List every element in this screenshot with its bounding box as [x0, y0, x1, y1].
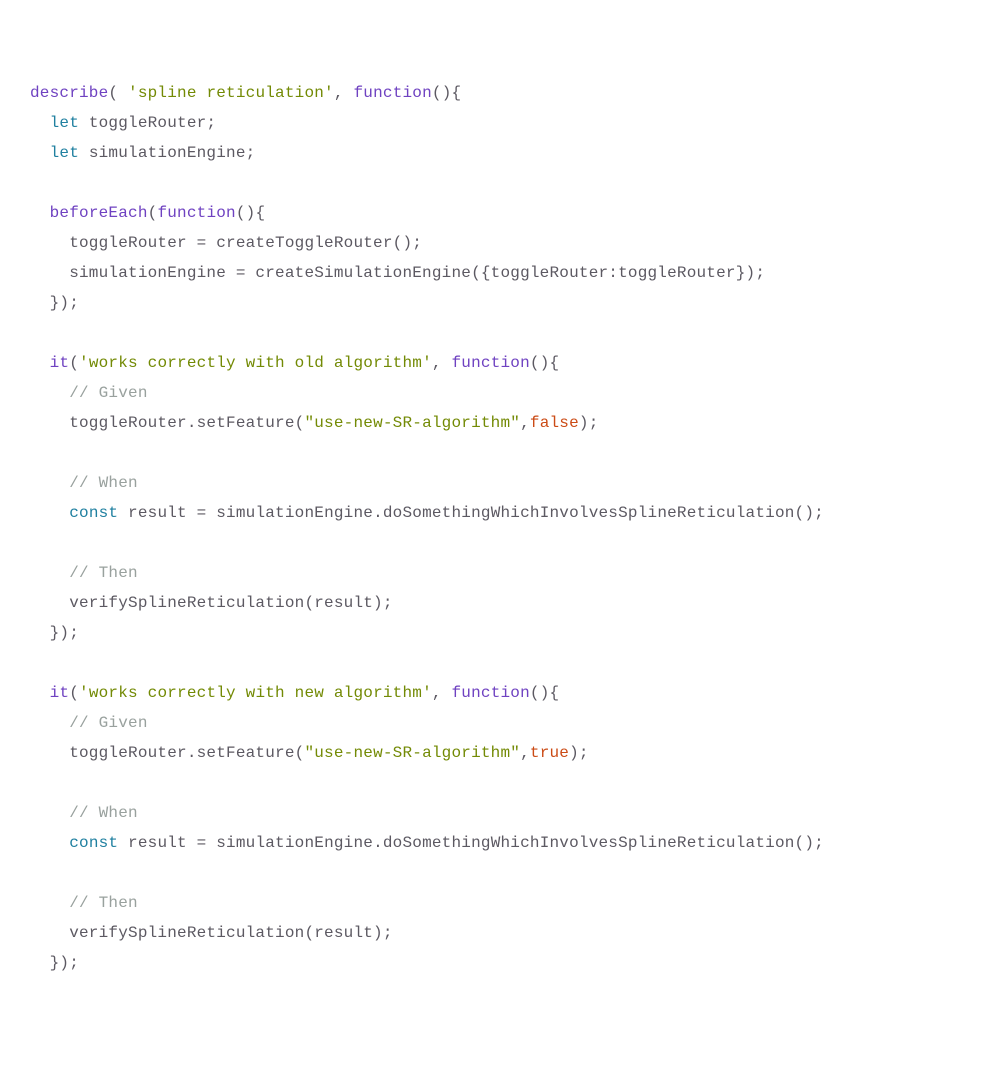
code-token: ,: [520, 414, 530, 432]
code-token: });: [30, 294, 79, 312]
code-token: // Given: [69, 384, 147, 402]
code-token: 'works correctly with old algorithm': [79, 354, 432, 372]
code-token: it: [50, 684, 70, 702]
code-token: // Then: [69, 564, 138, 582]
code-token: [30, 114, 50, 132]
code-block: describe( 'spline reticulation', functio…: [30, 78, 970, 978]
code-token: [30, 894, 69, 912]
code-token: function: [452, 684, 530, 702]
code-token: (){: [236, 204, 265, 222]
code-token: (){: [432, 84, 461, 102]
code-token: // Given: [69, 714, 147, 732]
code-token: [30, 204, 50, 222]
code-token: const: [69, 504, 118, 522]
code-token: result = simulationEngine.doSomethingWhi…: [118, 834, 824, 852]
code-token: result = simulationEngine.doSomethingWhi…: [118, 504, 824, 522]
code-token: (){: [530, 354, 559, 372]
code-token: 'spline reticulation': [128, 84, 334, 102]
code-token: simulationEngine = createSimulationEngin…: [30, 264, 765, 282]
code-token: true: [530, 744, 569, 762]
code-token: it: [50, 354, 70, 372]
code-token: // When: [69, 474, 138, 492]
code-token: [30, 804, 69, 822]
code-token: // When: [69, 804, 138, 822]
code-token: verifySplineReticulation(result);: [30, 924, 393, 942]
code-token: ,: [432, 354, 452, 372]
code-token: "use-new-SR-algorithm": [304, 744, 520, 762]
code-token: function: [452, 354, 530, 372]
code-token: "use-new-SR-algorithm": [304, 414, 520, 432]
code-token: );: [579, 414, 599, 432]
code-token: (: [69, 354, 79, 372]
code-token: describe: [30, 84, 108, 102]
code-token: toggleRouter.setFeature(: [30, 744, 304, 762]
code-token: toggleRouter.setFeature(: [30, 414, 304, 432]
code-token: // Then: [69, 894, 138, 912]
code-token: [30, 354, 50, 372]
code-token: (: [148, 204, 158, 222]
code-token: simulationEngine;: [79, 144, 255, 162]
code-token: [30, 144, 50, 162]
code-token: [30, 834, 69, 852]
code-token: ,: [334, 84, 354, 102]
code-token: 'works correctly with new algorithm': [79, 684, 432, 702]
code-token: (: [69, 684, 79, 702]
code-token: [30, 564, 69, 582]
code-token: false: [530, 414, 579, 432]
code-token: toggleRouter = createToggleRouter();: [30, 234, 422, 252]
code-token: );: [569, 744, 589, 762]
code-token: verifySplineReticulation(result);: [30, 594, 393, 612]
code-token: function: [353, 84, 431, 102]
code-token: });: [30, 954, 79, 972]
code-token: [30, 684, 50, 702]
code-token: (){: [530, 684, 559, 702]
code-token: [30, 474, 69, 492]
code-token: beforeEach: [50, 204, 148, 222]
code-token: ,: [520, 744, 530, 762]
code-token: toggleRouter;: [79, 114, 216, 132]
code-token: [30, 504, 69, 522]
code-token: [30, 384, 69, 402]
code-token: });: [30, 624, 79, 642]
code-token: const: [69, 834, 118, 852]
code-token: [30, 714, 69, 732]
code-token: let: [50, 144, 79, 162]
code-token: let: [50, 114, 79, 132]
code-token: (: [108, 84, 128, 102]
code-token: function: [157, 204, 235, 222]
code-token: ,: [432, 684, 452, 702]
